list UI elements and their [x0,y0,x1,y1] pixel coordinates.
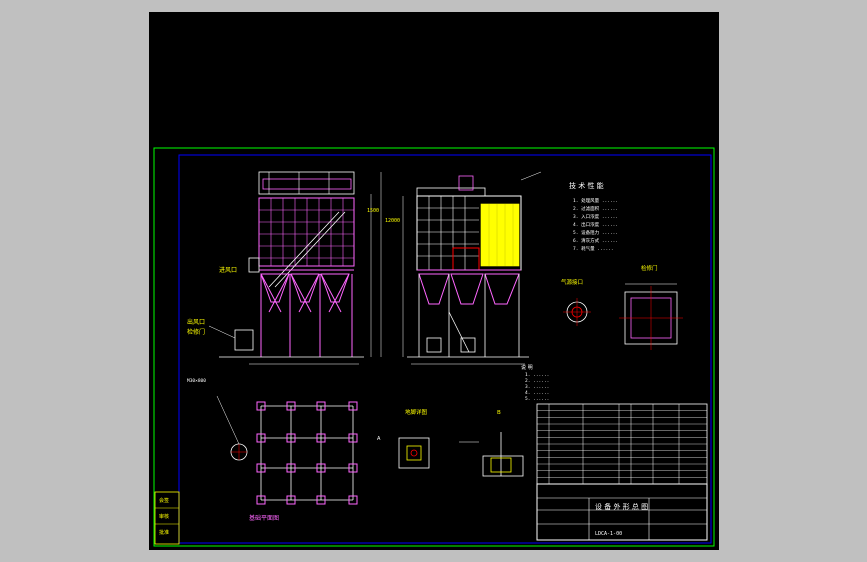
detail-b-label: A [377,436,381,442]
front-elevation: 1500 12000 进风口 出风口 检修门 [187,171,400,365]
drawing-number: LDCA-1-00 [595,531,622,537]
detail-a-label: 地脚详图 [405,408,428,416]
left-label-1: 进风口 [219,266,237,274]
tech-line: 4. 出口浓度 ...... [573,221,618,228]
detail-c-label: B [497,410,501,416]
side-elevation [402,171,542,365]
foundation-label: 基础平面图 [249,514,279,522]
outlet-label: 检修门 [641,264,658,272]
front-body [258,197,355,267]
side-stamp-label: 会签 [159,497,169,504]
parts-table [536,403,708,485]
notes-title: 说 明 [521,364,533,371]
title-block: 设 备 外 形 总 图 LDCA-1-00 [536,483,708,541]
svg-text:12000: 12000 [385,218,400,224]
left-label-3: 检修门 [187,328,205,336]
foundation-plan: 基础平面图 M30×800 [187,378,358,522]
notes: 说 明 1. ......2. ......3. ......4. ......… [521,364,549,402]
note-line: 4. ...... [525,390,549,396]
left-label-2: 出风口 [187,318,205,326]
front-top-box [258,171,355,195]
note-line: 2. ...... [525,378,549,384]
tech-line: 1. 处理风量 ...... [573,197,618,204]
cad-viewport[interactable]: 1500 12000 进风口 出风口 检修门 技 术 性 能 1. 处理风量 .… [149,12,719,550]
note-line: 3. ...... [525,384,549,390]
tech-line: 3. 入口浓度 ...... [573,213,618,220]
side-filter-section [480,203,520,267]
side-stamp-label: 批准 [159,529,169,536]
tech-line: 6. 清灰方式 ...... [573,237,618,244]
svg-text:M30×800: M30×800 [187,378,206,384]
svg-text:1500: 1500 [367,208,379,214]
note-line: 5. ...... [525,396,549,402]
anchor-details: 地脚详图 A B [377,408,524,477]
drawing-name: 设 备 外 形 总 图 [595,502,648,511]
inlet-detail: 气源接口 [561,278,591,326]
tech-title: 技 术 性 能 [569,181,604,190]
tech-line: 5. 设备阻力 ...... [573,229,618,236]
tech-line: 7. 耗气量 ...... [573,245,614,252]
inlet-label: 气源接口 [561,278,583,286]
tech-specs: 技 术 性 能 1. 处理风量 ......2. 过滤面积 ......3. 入… [569,181,618,252]
note-line: 1. ...... [525,372,549,378]
side-stamp: 会签审核批准 [154,491,180,545]
side-stamp-label: 审核 [159,513,169,520]
outlet-detail: 检修门 [619,264,683,350]
cad-drawing: 1500 12000 进风口 出风口 检修门 技 术 性 能 1. 处理风量 .… [153,147,715,547]
tech-line: 2. 过滤面积 ...... [573,205,618,212]
